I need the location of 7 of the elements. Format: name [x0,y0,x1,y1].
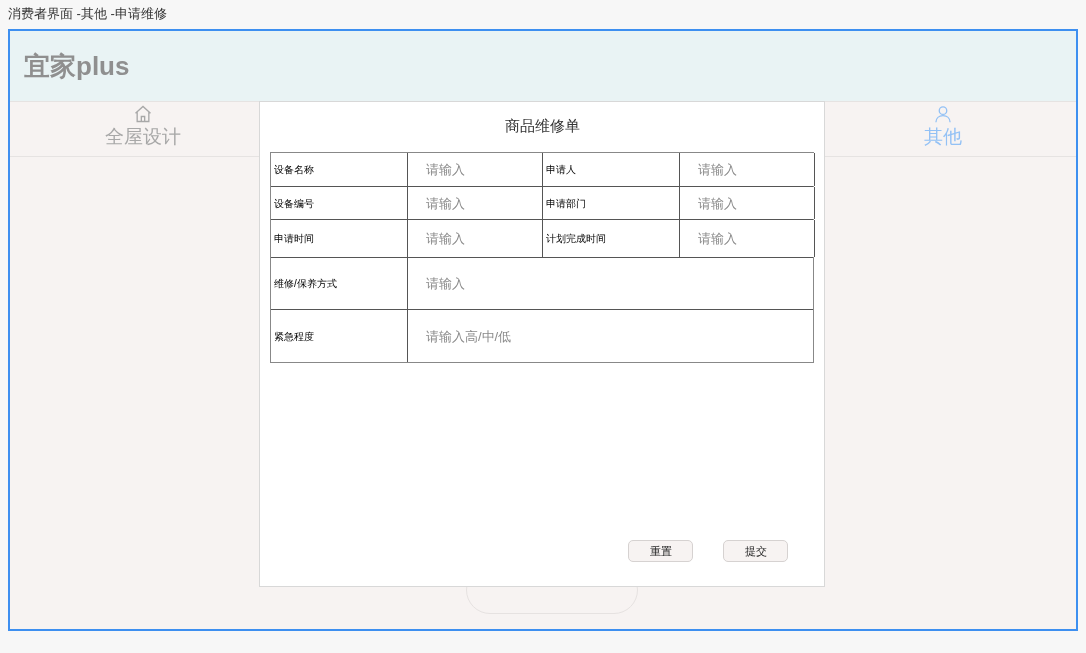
dialog-title: 商品维修单 [503,116,581,135]
user-icon [933,104,953,124]
app-logo: 宜家plus [24,49,130,83]
page-title: 消费者界面 -其他 -申请维修 [7,5,168,23]
reset-button[interactable]: 重置 [628,540,693,562]
submit-button[interactable]: 提交 [723,540,788,562]
home-icon [133,104,153,124]
